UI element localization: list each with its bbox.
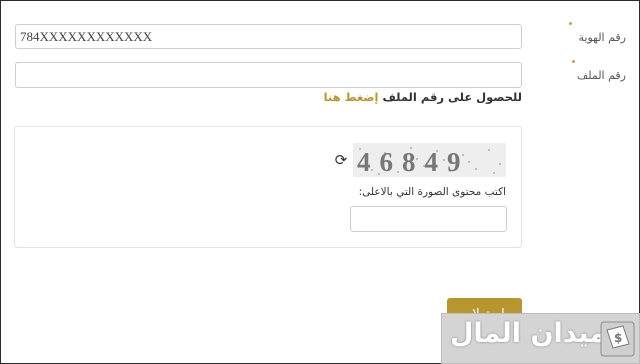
id-number-input[interactable]: [15, 24, 522, 49]
required-marker: [569, 22, 572, 25]
file-number-input[interactable]: [15, 62, 522, 88]
file-number-help: للحصول على رقم الملف إضغط هنا: [324, 90, 522, 104]
refresh-icon[interactable]: ⟳: [333, 152, 349, 168]
id-number-label: رقم الهوية: [578, 31, 626, 44]
file-number-label: رقم الملف: [576, 69, 626, 82]
captcha-instruction: اكتب محتوى الصورة التي بالاعلى:: [358, 186, 506, 198]
required-marker: [572, 60, 575, 63]
help-text: للحصول على رقم الملف: [382, 90, 522, 104]
money-logo-icon: $: [600, 321, 635, 357]
captcha-input[interactable]: [350, 206, 507, 232]
captcha-image: 46849: [353, 143, 506, 177]
click-here-link[interactable]: إضغط هنا: [324, 90, 379, 104]
captcha-code: 46849: [357, 147, 470, 177]
watermark-text: ميدان المال: [450, 318, 607, 349]
svg-text:$: $: [614, 331, 622, 345]
